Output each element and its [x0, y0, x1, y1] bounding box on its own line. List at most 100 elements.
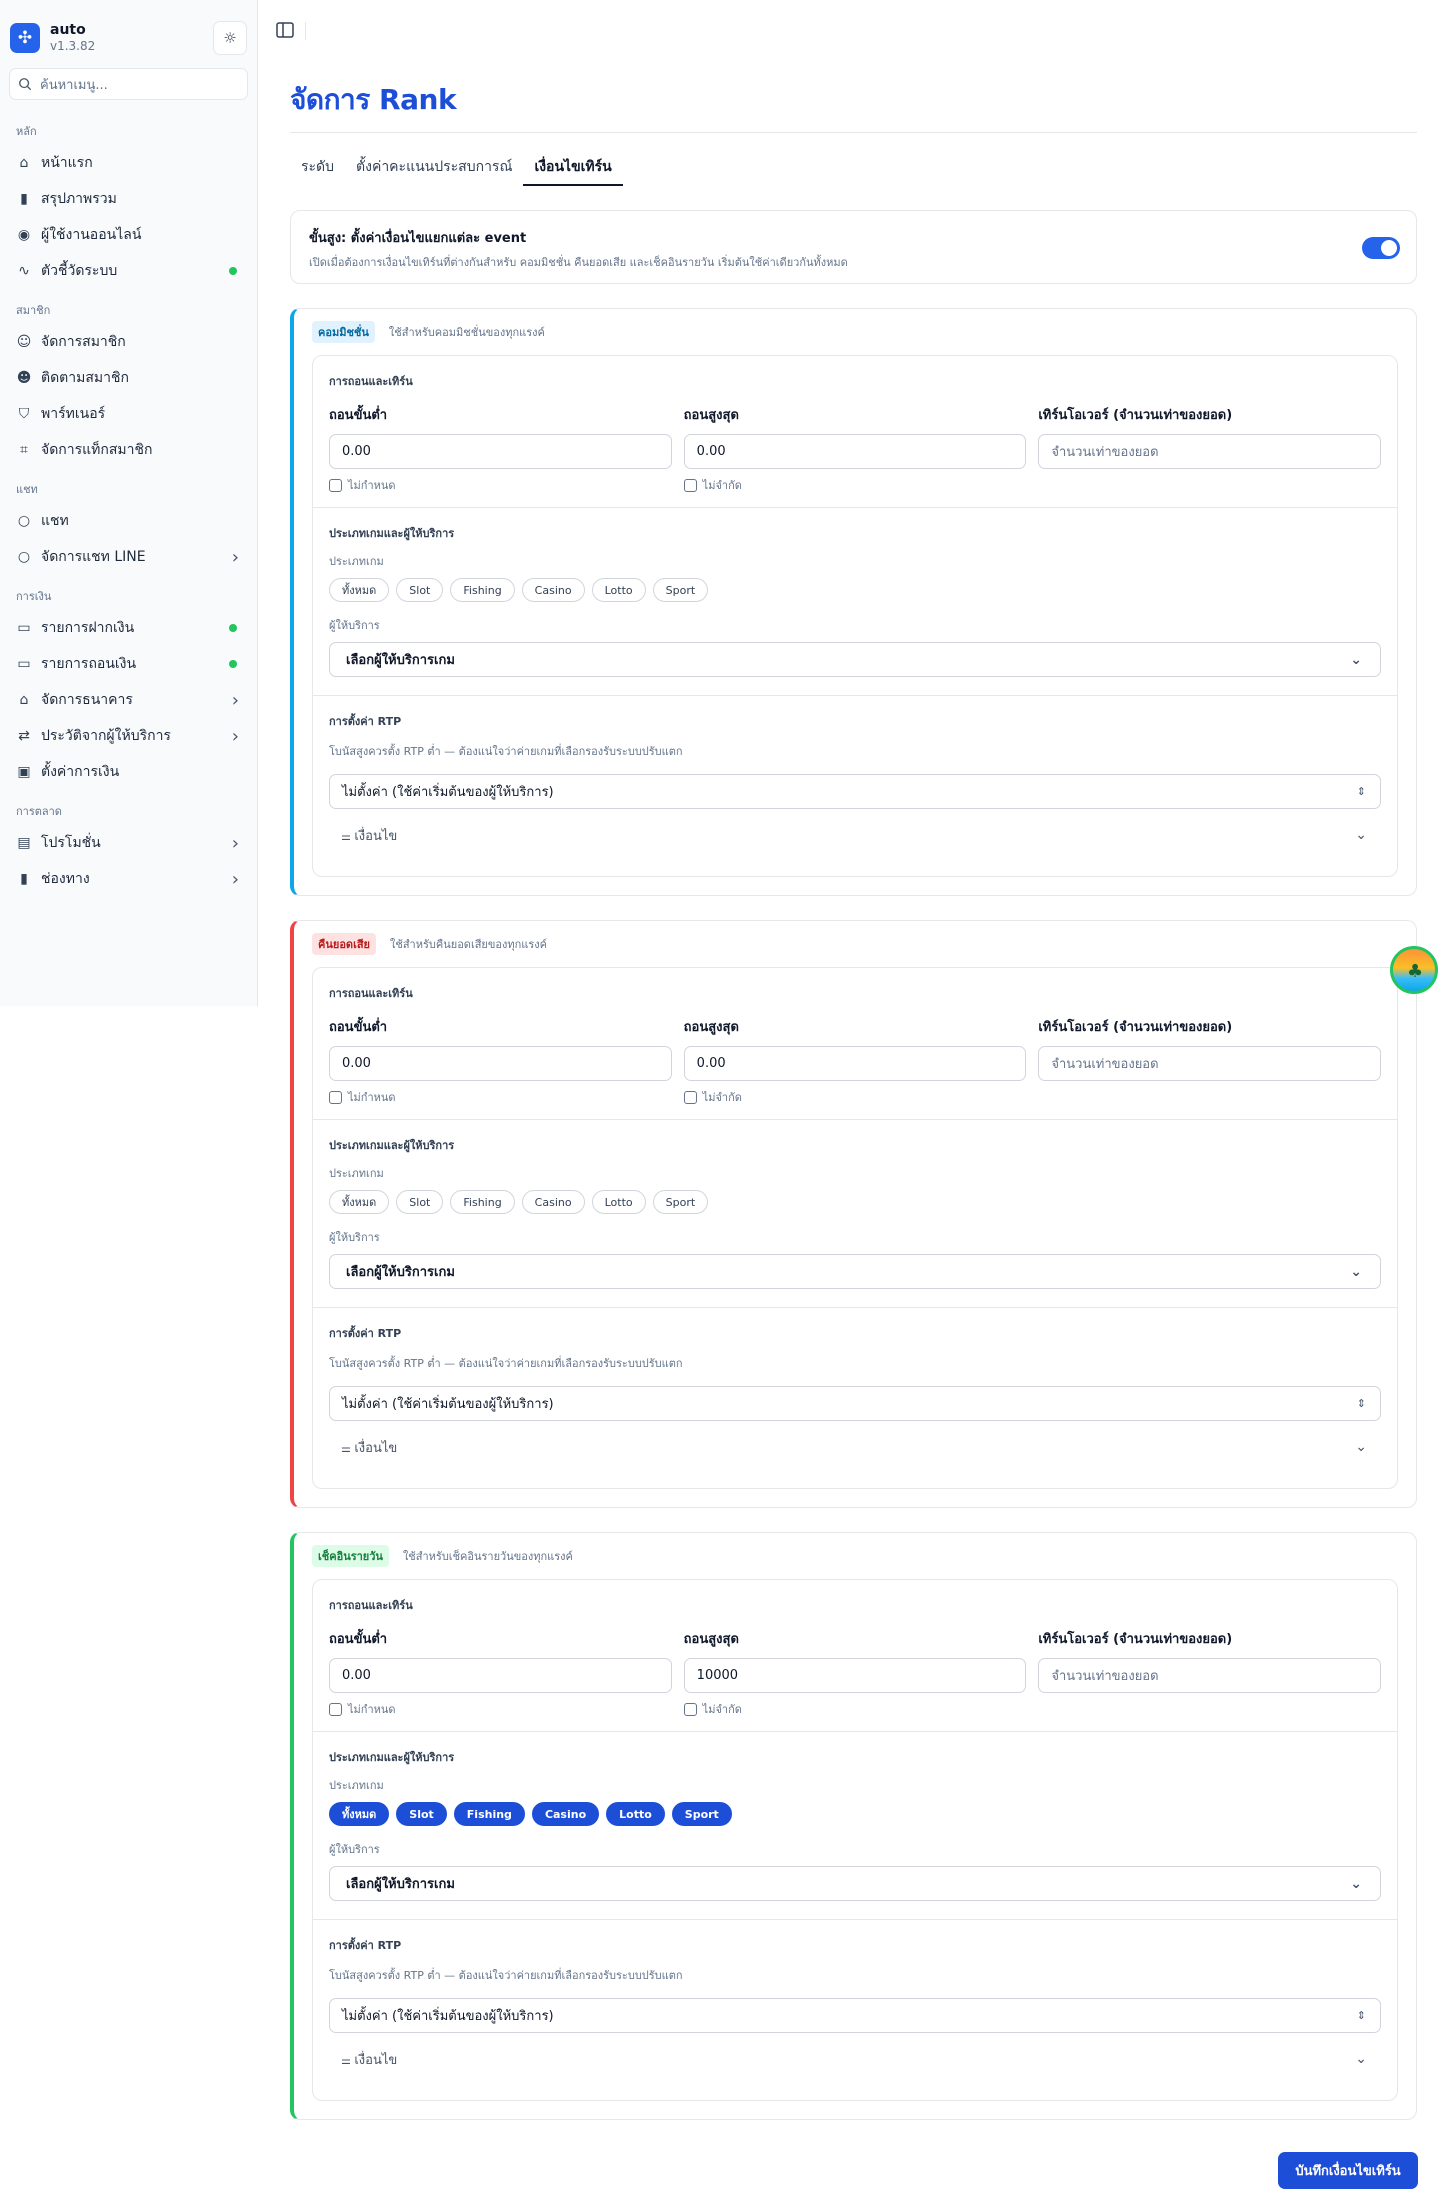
sidebar-item[interactable]: ⛉ พาร์ทเนอร์	[0, 396, 257, 432]
game-type-chip[interactable]: Sport	[671, 1802, 732, 1826]
checkbox-box[interactable]	[329, 1090, 342, 1104]
field-label: ถอนขั้นต่ำ	[329, 1632, 388, 1647]
sidebar-item[interactable]: ⇄ ประวัติจากผู้ให้บริการ ›	[0, 718, 257, 754]
field: ถอนขั้นต่ำ 0.00 ไม่กำหนด	[329, 1016, 672, 1106]
game-type-chip[interactable]: Lotto	[591, 1190, 646, 1214]
unlimited-checkbox[interactable]: ไม่จำกัด	[683, 1700, 1027, 1718]
event-badge: คอมมิชชั่น	[312, 321, 375, 343]
field-label: ถอนสูงสุด	[683, 1632, 739, 1647]
sidebar-item[interactable]: ◉ ผู้ใช้งานออนไลน์	[0, 217, 257, 253]
tab-2[interactable]: เงื่อนไขเทิร์น	[523, 152, 623, 186]
checkbox-box[interactable]	[683, 1702, 697, 1716]
advanced-toggle[interactable]	[1362, 237, 1400, 259]
game-type-chip[interactable]: Slot	[396, 1802, 447, 1826]
conditions-expander[interactable]: ⚌ เงื่อนไข ⌄	[329, 823, 1381, 847]
checkbox-box[interactable]	[329, 1702, 342, 1716]
tab-1[interactable]: ตั้งค่าคะแนนประสบการณ์	[345, 152, 523, 186]
field: ถอนขั้นต่ำ 0.00 ไม่กำหนด	[329, 404, 672, 494]
game-type-chip[interactable]: Casino	[521, 1190, 585, 1214]
sidebar-item[interactable]: ○ แชท	[0, 503, 257, 539]
turnover-field[interactable]: จำนวนเท่าของยอด	[1038, 1658, 1382, 1693]
game-type-chip[interactable]: Fishing	[450, 1190, 515, 1214]
checkbox-box[interactable]	[329, 478, 342, 492]
sidebar-item-label: ผู้ใช้งานออนไลน์	[41, 227, 142, 243]
sidebar-item[interactable]: ▣ ตั้งค่าการเงิน	[0, 754, 257, 790]
field-label: เทิร์นโอเวอร์ (จำนวนเท่าของยอด)	[1038, 1632, 1233, 1647]
conditions-left: ⚌ เงื่อนไข	[341, 2049, 397, 2070]
checkbox-box[interactable]	[683, 478, 697, 492]
max-withdraw-field[interactable]: 0.00	[683, 1046, 1027, 1081]
event-badge: คืนยอดเสีย	[312, 933, 376, 955]
advanced-title: ขั้นสูง: ตั้งค่าเงื่อนไขแยกแต่ละ event	[309, 231, 527, 246]
sidebar-item-label: พาร์ทเนอร์	[41, 406, 106, 422]
sidebar-item[interactable]: ▭ รายการฝากเงิน	[0, 610, 257, 646]
sidebar-item[interactable]: ⌗ จัดการแท็กสมาชิก	[0, 432, 257, 468]
sidebar-item[interactable]: ▮ สรุปภาพรวม	[0, 181, 257, 217]
advanced-settings-panel: ขั้นสูง: ตั้งค่าเงื่อนไขแยกแต่ละ event เ…	[290, 210, 1417, 284]
game-type-chip[interactable]: Lotto	[591, 578, 646, 602]
sidebar-item[interactable]: ▮ ช่องทาง ›	[0, 861, 257, 897]
game-type-chip[interactable]: Casino	[531, 1802, 600, 1826]
game-type-chip[interactable]: Slot	[396, 1190, 444, 1214]
sidebar-item[interactable]: ☺ จัดการสมาชิก	[0, 324, 257, 360]
game-type-chip[interactable]: ทั้งหมด	[329, 1802, 390, 1826]
provider-select[interactable]: เลือกผู้ให้บริการเกม ⌄	[329, 642, 1381, 677]
provider-select[interactable]: เลือกผู้ให้บริการเกม ⌄	[329, 1254, 1381, 1289]
max-withdraw-field[interactable]: 10000	[683, 1658, 1027, 1693]
chevron-down-icon: ⌄	[1355, 2051, 1367, 2067]
game-type-chip[interactable]: Fishing	[453, 1802, 525, 1826]
max-withdraw-field[interactable]: 0.00	[683, 434, 1027, 469]
rtp-select[interactable]: ไม่ตั้งค่า (ใช้ค่าเริ่มต้นของผู้ให้บริกา…	[329, 1998, 1381, 2033]
unlimited-checkbox[interactable]: ไม่จำกัด	[683, 476, 1027, 494]
sidebar-item[interactable]: ▭ รายการถอนเงิน	[0, 646, 257, 682]
game-type-chip[interactable]: Casino	[521, 578, 585, 602]
min-withdraw-field[interactable]: 0.00	[329, 1046, 672, 1081]
turnover-field[interactable]: จำนวนเท่าของยอด	[1038, 434, 1382, 469]
withdraw-icon: ▭	[17, 656, 31, 672]
tab-0[interactable]: ระดับ	[290, 152, 345, 186]
sidebar-item[interactable]: ○ จัดการแชท LINE ›	[0, 539, 257, 575]
game-type-chip[interactable]: Slot	[396, 578, 444, 602]
rtp-select-value: ไม่ตั้งค่า (ใช้ค่าเริ่มต้นของผู้ให้บริกา…	[342, 1397, 554, 1412]
rtp-select[interactable]: ไม่ตั้งค่า (ใช้ค่าเริ่มต้นของผู้ให้บริกา…	[329, 1386, 1381, 1421]
field: ถอนสูงสุด 0.00 ไม่จำกัด	[683, 1016, 1027, 1106]
sidebar-item[interactable]: ⌂ จัดการธนาคาร ›	[0, 682, 257, 718]
checkbox-box[interactable]	[683, 1090, 697, 1104]
unlimited-checkbox[interactable]: ไม่จำกัด	[683, 1088, 1027, 1106]
unlimited-checkbox[interactable]: ไม่กำหนด	[329, 1700, 672, 1718]
conditions-expander[interactable]: ⚌ เงื่อนไข ⌄	[329, 1435, 1381, 1459]
sidebar-item-label: ติดตามสมาชิก	[41, 370, 129, 386]
sidebar-item[interactable]: ∿ ตัวชี้วัดระบบ	[0, 253, 257, 289]
sidebar-item-label: จัดการแชท LINE	[41, 549, 146, 565]
save-turnover-button[interactable]: บันทึกเงื่อนไขเทิร์น	[1278, 2152, 1418, 2189]
game-type-chip[interactable]: ทั้งหมด	[329, 578, 390, 602]
unlimited-checkbox[interactable]: ไม่กำหนด	[329, 476, 672, 494]
game-type-chip[interactable]: Lotto	[606, 1802, 665, 1826]
floating-avatar[interactable]: ♣	[1390, 946, 1438, 994]
sidebar-item[interactable]: ☻ ติดตามสมาชิก	[0, 360, 257, 396]
game-type-chip[interactable]: Sport	[652, 1190, 709, 1214]
chevron-right-icon: ›	[231, 689, 239, 711]
menu-search-input[interactable]: ค้นหาเมนู...	[9, 68, 248, 100]
chevron-updown-icon: ⇕	[1356, 785, 1366, 798]
card-header: คืนยอดเสีย ใช้สำหรับคืนยอดเสียของทุกแรงค์	[294, 921, 1416, 967]
game-type-chip[interactable]: Fishing	[450, 578, 515, 602]
conditions-expander[interactable]: ⚌ เงื่อนไข ⌄	[329, 2047, 1381, 2071]
min-withdraw-field[interactable]: 0.00	[329, 1658, 672, 1693]
chevron-right-icon: ›	[231, 832, 239, 854]
min-withdraw-field[interactable]: 0.00	[329, 434, 672, 469]
sidebar-item[interactable]: ⌂ หน้าแรก	[0, 145, 257, 181]
sidebar: ✣ auto v1.3.82 ☼ ค้นหาเมนู... หลัก ⌂ หน้าแ…	[0, 0, 258, 1006]
theme-toggle-button[interactable]: ☼	[213, 21, 247, 55]
sidebar-item[interactable]: ▤ โปรโมชั่น ›	[0, 825, 257, 861]
sidebar-toggle-icon[interactable]	[276, 22, 294, 38]
provider-select[interactable]: เลือกผู้ให้บริการเกม ⌄	[329, 1866, 1381, 1901]
turnover-field[interactable]: จำนวนเท่าของยอด	[1038, 1046, 1382, 1081]
unlimited-checkbox[interactable]: ไม่กำหนด	[329, 1088, 672, 1106]
game-type-chip[interactable]: ทั้งหมด	[329, 1190, 390, 1214]
chevron-right-icon: ›	[231, 868, 239, 890]
game-type-chip[interactable]: Sport	[652, 578, 709, 602]
rtp-select[interactable]: ไม่ตั้งค่า (ใช้ค่าเริ่มต้นของผู้ให้บริกา…	[329, 774, 1381, 809]
conditions-label: เงื่อนไข	[354, 2052, 398, 2068]
chevron-down-icon: ⌄	[1350, 651, 1362, 668]
